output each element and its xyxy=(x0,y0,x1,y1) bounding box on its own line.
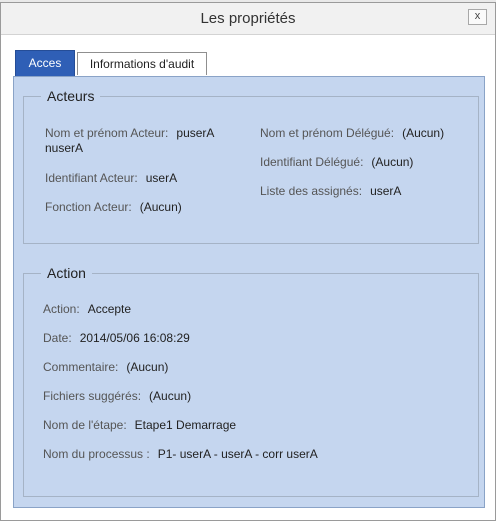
acteurs-legend: Acteurs xyxy=(41,88,101,104)
acteurs-group: Acteurs Nom et prénom Acteur: puserA nuse… xyxy=(23,88,479,244)
nom-delegue-label: Nom et prénom Délégué: xyxy=(260,126,395,140)
commentaire-label: Commentaire: xyxy=(43,360,119,374)
tab-informations-audit[interactable]: Informations d'audit xyxy=(77,52,207,75)
identifiant-delegue-label: Identifiant Délégué: xyxy=(260,155,364,169)
fonction-acteur-label: Fonction Acteur: xyxy=(45,200,132,214)
nom-processus-field: Nom du processus : P1- userA - userA - co… xyxy=(43,447,318,461)
fonction-acteur-value: (Aucun) xyxy=(139,200,182,214)
nom-delegue-field: Nom et prénom Délégué: (Aucun) xyxy=(260,126,444,140)
identifiant-delegue-field: Identifiant Délégué: (Aucun) xyxy=(260,155,413,169)
date-field: Date: 2014/05/06 16:08:29 xyxy=(43,331,190,345)
action-field: Action: Accepte xyxy=(43,302,131,316)
identifiant-acteur-value: userA xyxy=(145,171,178,185)
fichiers-suggeres-value: (Aucun) xyxy=(149,389,192,403)
liste-assignes-label: Liste des assignés: xyxy=(260,184,363,198)
liste-assignes-field: Liste des assignés: userA xyxy=(260,184,401,198)
action-legend: Action xyxy=(41,265,92,281)
nom-acteur-label: Nom et prénom Acteur: xyxy=(45,126,169,140)
nom-etape-field: Nom de l'étape: Etape1 Demarrage xyxy=(43,418,236,432)
properties-dialog: Les propriétés x Acces Informations d'au… xyxy=(0,2,496,521)
commentaire-field: Commentaire: (Aucun) xyxy=(43,360,168,374)
nom-processus-label: Nom du processus : xyxy=(43,447,150,461)
fonction-acteur-field: Fonction Acteur: (Aucun) xyxy=(45,200,182,214)
identifiant-delegue-value: (Aucun) xyxy=(371,155,414,169)
action-group: Action Action: Accepte Date: 2014/05/06 16… xyxy=(23,265,479,497)
nom-delegue-value: (Aucun) xyxy=(402,126,445,140)
action-value: Accepte xyxy=(87,302,132,316)
close-button[interactable]: x xyxy=(468,9,487,25)
commentaire-value: (Aucun) xyxy=(126,360,169,374)
fichiers-suggeres-field: Fichiers suggérés: (Aucun) xyxy=(43,389,191,403)
date-value: 2014/05/06 16:08:29 xyxy=(79,331,190,345)
nom-processus-value: P1- userA - userA - corr userA xyxy=(157,447,318,461)
dialog-title: Les propriétés xyxy=(200,10,296,27)
dialog-titlebar: Les propriétés x xyxy=(1,3,495,35)
nom-etape-label: Nom de l'étape: xyxy=(43,418,127,432)
fichiers-suggeres-label: Fichiers suggérés: xyxy=(43,389,142,403)
tab-panel-acces: Acteurs Nom et prénom Acteur: puserA nuse… xyxy=(13,76,485,508)
tab-acces[interactable]: Acces xyxy=(15,50,75,76)
identifiant-acteur-field: Identifiant Acteur: userA xyxy=(45,171,177,185)
nom-etape-value: Etape1 Demarrage xyxy=(134,418,237,432)
action-label: Action: xyxy=(43,302,80,316)
nom-acteur-field: Nom et prénom Acteur: puserA nuserA xyxy=(45,126,245,156)
date-label: Date: xyxy=(43,331,72,345)
identifiant-acteur-label: Identifiant Acteur: xyxy=(45,171,138,185)
liste-assignes-value: userA xyxy=(370,184,402,198)
